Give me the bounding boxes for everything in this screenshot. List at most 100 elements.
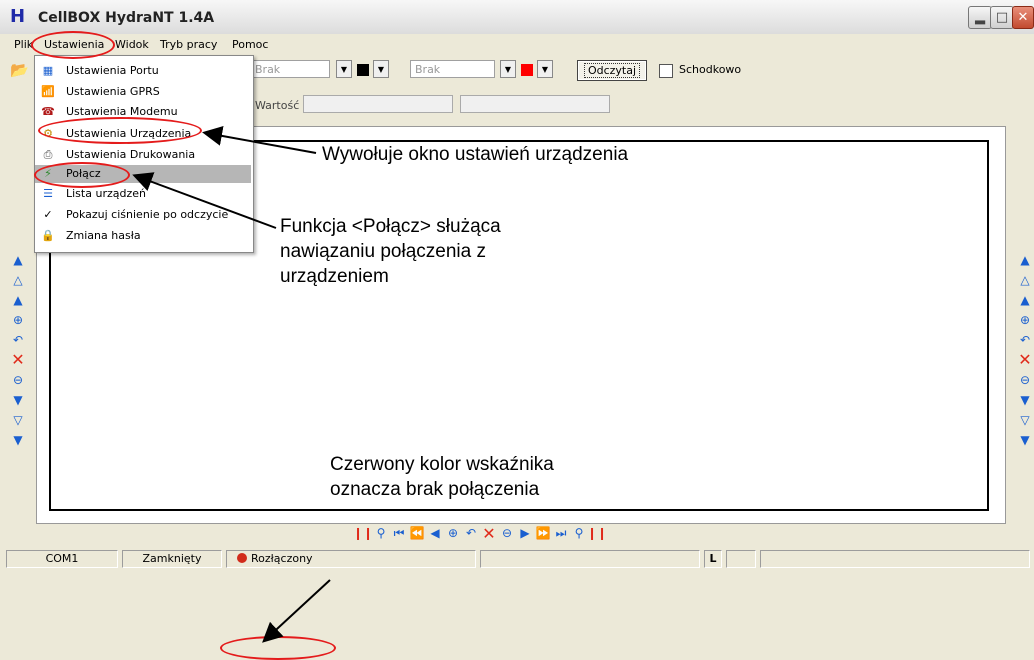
page-up-icon[interactable]: △ [1018, 272, 1032, 288]
menu-item-print-settings[interactable]: ⎙ Ustawienia Drukowania [35, 146, 251, 164]
page-down-icon[interactable]: ▽ [1018, 412, 1032, 428]
highlight-ring-status [220, 636, 336, 660]
status-indicator: L [704, 550, 722, 568]
minimize-button[interactable]: ▂ [968, 6, 992, 29]
zoom-out-icon[interactable]: ⊖ [11, 372, 25, 388]
value-field-1 [303, 95, 453, 113]
window-title: CellBOX HydraNT 1.4A [38, 10, 215, 26]
lock-icon: 🔒 [41, 229, 55, 242]
back-icon[interactable]: ◀ [427, 525, 443, 541]
status-extra [726, 550, 756, 568]
value-field-2 [460, 95, 610, 113]
read-button-label: Odczytaj [583, 63, 641, 78]
minimize-icon: ▂ [975, 10, 985, 25]
undo-zoom-icon[interactable]: ↶ [463, 525, 479, 541]
series2-combo[interactable]: Brak [410, 60, 495, 78]
menu-item-show-pressure[interactable]: ✓ Pokazuj ciśnienie po odczycie [35, 206, 251, 224]
printer-icon: ⎙ [43, 148, 53, 161]
scroll-bottom-icon[interactable]: ▼ [11, 432, 25, 448]
app-icon: H [10, 6, 26, 27]
delete-icon[interactable]: ✕ [11, 352, 25, 368]
series2-dropdown[interactable]: ▼ [500, 60, 516, 78]
chevron-down-icon: ▼ [340, 64, 348, 74]
gprs-icon: 📶 [41, 85, 55, 98]
delete-icon[interactable]: ✕ [481, 524, 497, 543]
value-label: Wartość [255, 99, 300, 112]
highlight-ring-menu [31, 31, 115, 59]
forward-icon[interactable]: ▶ [517, 525, 533, 541]
color2-swatch [521, 64, 533, 76]
maximize-icon: □ [995, 10, 1009, 25]
title-bar: H CellBOX HydraNT 1.4A ▂ □ ✕ [0, 0, 1034, 34]
status-port: COM1 [6, 550, 118, 568]
scroll-top-icon[interactable]: ▲ [11, 252, 25, 268]
first-icon[interactable]: ⏮ [391, 525, 407, 541]
connection-label: Rozłączony [251, 552, 313, 565]
checkmark-icon: ✓ [43, 208, 53, 221]
marker-left-icon[interactable]: ❙❙ [353, 525, 373, 541]
series1-combo[interactable]: Brak [250, 60, 330, 78]
menu-item-gprs-settings[interactable]: 📶 Ustawienia GPRS [35, 83, 251, 101]
status-state: Zamknięty [122, 550, 222, 568]
open-folder-icon[interactable]: 📂 [10, 61, 29, 79]
step-up-icon[interactable]: ▲ [1018, 292, 1032, 308]
scroll-top-icon[interactable]: ▲ [1018, 252, 1032, 268]
phone-icon: ☎ [41, 105, 55, 118]
annotation-connect-line3: urządzeniem [280, 266, 389, 287]
close-icon: ✕ [1017, 10, 1029, 25]
zoom-out-icon[interactable]: ⊖ [1018, 372, 1032, 388]
step-down-icon[interactable]: ▼ [11, 392, 25, 408]
status-tail [760, 550, 1030, 568]
series1-dropdown[interactable]: ▼ [336, 60, 352, 78]
status-empty [480, 550, 700, 568]
chevron-down-icon: ▼ [541, 64, 549, 74]
chevron-down-icon: ▼ [504, 64, 512, 74]
delete-icon[interactable]: ✕ [1018, 352, 1032, 368]
annotation-connect-line2: nawiązaniu połączenia z [280, 241, 486, 262]
connection-indicator-icon [237, 553, 247, 563]
marker-right-icon[interactable]: ❙❙ [587, 525, 607, 541]
annotation-connect-line1: Funkcja <Połącz> służąca [280, 216, 501, 237]
zoom-reset-icon[interactable]: ⚲ [571, 525, 587, 541]
zoom-in-icon[interactable]: ⊕ [11, 312, 25, 328]
menu-item-change-password[interactable]: 🔒 Zmiana hasła [35, 227, 251, 245]
list-icon: ☰ [43, 187, 53, 200]
undo-zoom-icon[interactable]: ↶ [11, 332, 25, 348]
page-down-icon[interactable]: ▽ [11, 412, 25, 428]
read-button[interactable]: Odczytaj [577, 60, 647, 81]
color2-dropdown[interactable]: ▼ [537, 60, 553, 78]
menu-pomoc[interactable]: Pomoc [232, 38, 268, 51]
menu-bar: Plik Ustawienia Widok Tryb pracy Pomoc [0, 36, 1034, 54]
step-up-icon[interactable]: ▲ [11, 292, 25, 308]
port-icon: ▦ [42, 64, 54, 77]
color1-dropdown[interactable]: ▼ [373, 60, 389, 78]
fast-forward-icon[interactable]: ⏩ [535, 525, 551, 541]
last-icon[interactable]: ⏭ [553, 525, 569, 541]
menu-item-device-list[interactable]: ☰ Lista urządzeń [35, 185, 251, 203]
stepped-label: Schodkowo [679, 63, 742, 76]
menu-tryb-pracy[interactable]: Tryb pracy [160, 38, 217, 51]
zoom-in-icon[interactable]: ⊕ [445, 525, 461, 541]
annotation-red-indicator-line1: Czerwony kolor wskaźnika [330, 454, 554, 475]
annotation-device-settings: Wywołuje okno ustawień urządzenia [322, 144, 629, 165]
color1-swatch [357, 64, 369, 76]
zoom-in-icon[interactable]: ⊕ [1018, 312, 1032, 328]
stepped-checkbox[interactable] [659, 64, 673, 78]
status-connection: Rozłączony [226, 550, 476, 568]
annotation-red-indicator-line2: oznacza brak połączenia [330, 479, 540, 500]
page-up-icon[interactable]: △ [11, 272, 25, 288]
settings-menu: ▦ Ustawienia Portu 📶 Ustawienia GPRS ☎ Usta… [34, 55, 254, 253]
maximize-button[interactable]: □ [990, 6, 1014, 29]
highlight-ring-device-settings [38, 117, 202, 144]
menu-widok[interactable]: Widok [115, 38, 149, 51]
highlight-ring-connect [34, 162, 130, 188]
zoom-out-icon[interactable]: ⊖ [499, 525, 515, 541]
fast-back-icon[interactable]: ⏪ [409, 525, 425, 541]
close-button[interactable]: ✕ [1012, 6, 1034, 29]
menu-item-port-settings[interactable]: ▦ Ustawienia Portu [35, 62, 251, 80]
chevron-down-icon: ▼ [377, 64, 385, 74]
step-down-icon[interactable]: ▼ [1018, 392, 1032, 408]
scroll-bottom-icon[interactable]: ▼ [1018, 432, 1032, 448]
undo-zoom-icon[interactable]: ↶ [1018, 332, 1032, 348]
zoom-fit-icon[interactable]: ⚲ [373, 525, 389, 541]
